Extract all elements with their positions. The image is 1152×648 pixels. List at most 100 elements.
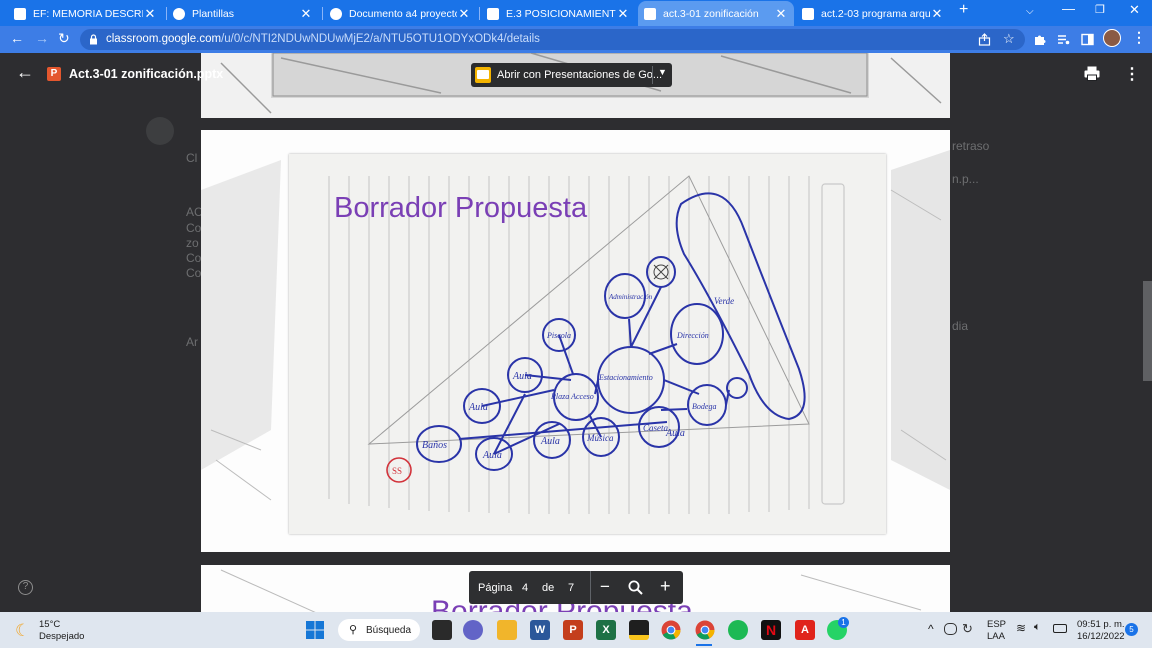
taskbar-search-box[interactable]: ⚲ Búsqueda [338, 619, 420, 641]
sketch-label-verde: Verde [714, 296, 734, 306]
share-icon[interactable] [978, 33, 991, 46]
sketch-label-bodega: Bodega [692, 402, 716, 411]
close-icon[interactable]: ✕ [774, 6, 788, 22]
help-icon[interactable]: ? [18, 580, 33, 595]
page-total: 7 [568, 582, 575, 594]
slides-icon [644, 7, 656, 20]
sketch-label-aula-4: Aula [540, 436, 560, 447]
autocad-icon[interactable]: A [795, 620, 815, 640]
close-icon[interactable]: ✕ [616, 6, 630, 22]
sketch-label-caseta: Caseta [643, 423, 669, 433]
slide-4: SS Baños Aula Aula Aula Aula Aula Plaza … [201, 130, 950, 552]
windows-taskbar: ☾ 15°C Despejado ⚲ Búsqueda W P X N A 1 … [0, 612, 1152, 648]
vertical-scrollbar[interactable] [1143, 281, 1152, 381]
dropdown-arrow-icon[interactable]: ▼ [658, 67, 667, 77]
canva-icon [173, 7, 185, 20]
task-view-icon[interactable] [432, 620, 452, 640]
sketch-label-direccion: Dirección [676, 331, 709, 340]
profile-avatar[interactable] [1103, 29, 1121, 47]
word-icon[interactable]: W [530, 620, 550, 640]
slides-icon [802, 7, 814, 20]
tab-act2-programa[interactable]: act.2-03 programa arquitec ✕ [796, 1, 950, 26]
browser-toolbar: ← → ↻ classroom.google.com/u/0/c/NTI2NDU… [0, 26, 1152, 53]
sticky-notes-icon[interactable] [629, 620, 649, 640]
slides-icon [14, 7, 26, 20]
page-number-input[interactable]: 4 [522, 582, 528, 594]
back-button[interactable]: ← [10, 30, 24, 46]
tree-sketch [653, 264, 669, 280]
viewer-top-bar: ← P Act.3-01 zonificación.pptx Abrir con… [0, 53, 1152, 95]
zoom-out-button[interactable]: − [600, 577, 610, 597]
close-icon[interactable]: ✕ [299, 6, 313, 22]
tab-documento-a4[interactable]: Documento a4 proyecto pe ✕ [324, 1, 477, 26]
windows-start-icon[interactable] [306, 621, 324, 639]
forward-button[interactable]: → [35, 30, 49, 46]
sketch-label-banos: Baños [422, 440, 447, 451]
bookmark-star-icon[interactable]: ☆ [1003, 31, 1015, 47]
close-window-button[interactable]: ✕ [1129, 2, 1140, 18]
tab-search-chevron-icon[interactable]: ⌵ [1026, 6, 1034, 17]
wifi-icon[interactable]: ≋ [1016, 621, 1026, 635]
print-icon[interactable] [1084, 66, 1100, 81]
tab-separator [479, 7, 480, 20]
file-explorer-icon[interactable] [497, 620, 517, 640]
moon-weather-icon: ☾ [15, 621, 31, 640]
tab-e3-posicionamiento[interactable]: E.3 POSICIONAMIENTO. ✕ [481, 1, 636, 26]
powerpoint-file-icon: P [47, 67, 61, 81]
powerpoint-icon[interactable]: P [563, 620, 583, 640]
sketch-label-aula-3: Aula [512, 371, 532, 382]
close-icon[interactable]: ✕ [143, 6, 157, 22]
battery-icon[interactable] [1053, 624, 1067, 633]
sketch-label-ss: SS [392, 466, 402, 476]
chrome-profile-icon[interactable] [695, 620, 715, 640]
excel-icon[interactable]: X [596, 620, 616, 640]
url-text: classroom.google.com/u/0/c/NTI2NDUwNDUwM… [106, 33, 540, 45]
sketch-label-plaza-acceso: Plaza Acceso [550, 392, 594, 401]
tab-plantillas[interactable]: Plantillas ✕ [167, 1, 319, 26]
new-tab-button[interactable]: + [959, 1, 968, 19]
tab-ef-memoria[interactable]: EF: MEMORIA DESCRIPTIVA ✕ [8, 1, 163, 26]
browser-menu-icon[interactable]: ⋮ [1132, 29, 1146, 46]
tab-act3-zonificacion[interactable]: act.3-01 zonificación ✕ [638, 1, 794, 26]
canva-icon [330, 7, 342, 20]
slides-icon [487, 7, 499, 20]
chrome-icon[interactable] [661, 620, 681, 640]
close-icon[interactable]: ✕ [930, 6, 944, 22]
tab-strip: EF: MEMORIA DESCRIPTIVA ✕ Plantillas ✕ D… [0, 0, 1152, 26]
whatsapp-badge: 1 [838, 617, 849, 628]
media-playlist-icon[interactable] [1057, 33, 1070, 46]
file-viewer: Cl AC Co zo Co Co Ar retraso n.p... dia [0, 53, 1152, 612]
slide-heading: Borrador Propuesta [334, 192, 588, 224]
close-icon[interactable]: ✕ [457, 6, 471, 22]
close-viewer-back-button[interactable]: ← [16, 62, 34, 83]
more-options-icon[interactable]: ⋮ [1124, 64, 1140, 84]
chevron-up-icon[interactable]: ^ [928, 622, 934, 636]
assignment-icon [146, 117, 174, 145]
sketch-label-piscola: Piscola [546, 331, 571, 340]
search-icon: ⚲ [349, 624, 358, 636]
spotify-icon[interactable] [728, 620, 748, 640]
restore-button[interactable]: ❐ [1095, 3, 1105, 16]
sketch-label-administracion: Administración [608, 293, 653, 301]
side-panel-icon[interactable] [1081, 33, 1094, 46]
network-icon[interactable] [944, 623, 957, 635]
netflix-icon[interactable]: N [761, 620, 781, 640]
open-with-slides-button[interactable]: Abrir con Presentaciones de Go... ▼ [471, 63, 672, 87]
tab-separator [322, 7, 323, 20]
reload-button[interactable]: ↻ [58, 30, 70, 47]
teams-chat-icon[interactable] [463, 620, 483, 640]
volume-icon[interactable]: 🔈︎ [1034, 621, 1041, 634]
sync-icon[interactable]: ↻ [962, 621, 973, 637]
zoom-magnifier-icon[interactable] [628, 580, 643, 595]
notification-badge[interactable]: 5 [1125, 623, 1138, 636]
sketch-label-aula-1: Aula [468, 402, 488, 413]
extensions-puzzle-icon[interactable] [1033, 33, 1046, 46]
minimize-button[interactable]: — [1062, 1, 1075, 16]
sketch-label-estacionamiento: Estacionamiento [598, 373, 653, 382]
sketch-label-musica: Música [586, 433, 614, 443]
file-name: Act.3-01 zonificación.pptx [69, 67, 224, 81]
page-navigator: Página 4 de 7 − + [469, 571, 683, 604]
address-bar[interactable]: classroom.google.com/u/0/c/NTI2NDUwNDUwM… [80, 29, 1025, 50]
lock-icon [90, 34, 97, 45]
zoom-in-button[interactable]: + [660, 576, 671, 597]
